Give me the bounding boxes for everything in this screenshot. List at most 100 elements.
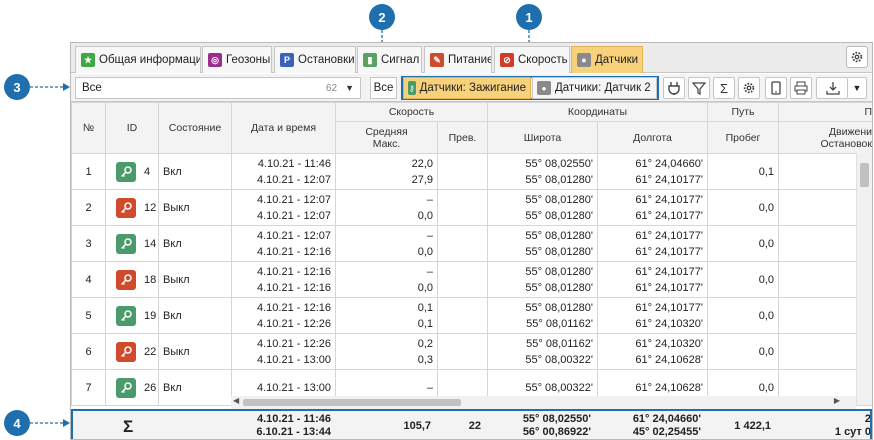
time-start: 4.10.21 - 12:16 — [256, 265, 331, 278]
show-all-button[interactable]: Все — [370, 77, 397, 99]
filter-select[interactable]: Все 62 ▼ — [75, 77, 361, 99]
chip-sensor-2[interactable]: ● Датчики: Датчик 2 — [532, 77, 657, 99]
chip-sensor-ignition[interactable]: ⚷ Датчики: Зажигание — [403, 77, 531, 99]
speed-max: 27,9 — [411, 173, 433, 186]
lon-start: 61° 24,10177' — [635, 229, 703, 242]
col-group-coords: Координаты — [487, 102, 708, 122]
filter-button[interactable] — [688, 77, 710, 99]
filter-value: Все — [82, 82, 102, 94]
cell-lat: 55° 08,01280' 55° 08,01280' — [487, 261, 598, 298]
col-group-speed: Скорость — [335, 102, 488, 122]
cell-lat: 55° 08,01162' 55° 08,00322' — [487, 333, 598, 370]
col-header-extra[interactable]: Движени Остановок — [778, 121, 872, 154]
totals-extra: 2 1 сут 0 — [791, 410, 871, 439]
key-icon — [120, 309, 132, 321]
scroll-thumb[interactable] — [243, 399, 461, 406]
cell-over — [437, 333, 488, 370]
chevron-down-icon: ▼ — [852, 83, 862, 93]
cell-datetime: 4.10.21 - 11:46 4.10.21 - 12:07 — [231, 153, 336, 190]
cell-datetime: 4.10.21 - 12:16 4.10.21 - 12:26 — [231, 297, 336, 334]
cell-speed: 0,1 0,1 — [335, 297, 438, 334]
table-row[interactable]: 5 19 Вкл 4.10.21 - 12:16 4.10.21 - 12:26 0,1 0… — [71, 297, 872, 334]
tab-label: Питание — [448, 54, 492, 66]
speed-avg: – — [426, 229, 433, 242]
speed-max: 0,0 — [417, 245, 433, 258]
tab-sensors[interactable]: ● Датчики — [571, 46, 643, 73]
cell-id: 18 — [105, 261, 159, 298]
totals-over: 22 — [468, 419, 481, 432]
bulb-icon: ● — [537, 81, 551, 95]
columns-settings-button[interactable] — [738, 77, 760, 99]
star-icon: ★ — [81, 53, 95, 67]
print-button[interactable] — [790, 77, 812, 99]
cell-over — [437, 261, 488, 298]
table-row[interactable]: 2 12 Выкл 4.10.21 - 12:07 4.10.21 - 12:07 – 0,… — [71, 189, 872, 226]
table-row[interactable]: 4 18 Выкл 4.10.21 - 12:16 4.10.21 - 12:16 – 0,… — [71, 261, 872, 298]
tab-power[interactable]: ✎ Питание — [424, 46, 492, 73]
ignition-key-badge — [116, 377, 136, 398]
gear-icon — [851, 51, 863, 63]
scroll-right-icon[interactable]: ▶ — [834, 396, 840, 405]
col-header-lat[interactable]: Широта — [487, 121, 598, 154]
time-end: 4.10.21 - 13:00 — [256, 353, 331, 366]
cell-speed: – 0,0 — [335, 261, 438, 298]
col-header-lon[interactable]: Долгота — [597, 121, 708, 154]
header-avg: Средняя — [365, 125, 408, 138]
col-header-speed-avg-max[interactable]: Средняя Макс. — [335, 121, 438, 154]
cell-state: Вкл — [158, 225, 232, 262]
vertical-scrollbar[interactable] — [856, 153, 872, 405]
cell-speed: – 0,0 — [335, 189, 438, 226]
settings-button[interactable] — [846, 46, 868, 68]
filter-icon — [692, 82, 706, 95]
signal-icon: ▮ — [363, 53, 377, 67]
cell-lon: 61° 24,10177' 61° 24,10320' — [597, 297, 708, 334]
col-header-num[interactable]: № — [71, 102, 106, 154]
id-value: 26 — [144, 381, 157, 394]
table-row[interactable]: 6 22 Выкл 4.10.21 - 12:26 4.10.21 - 13:00 0,2… — [71, 333, 872, 370]
tab-speed[interactable]: ⊘ Скорость — [494, 46, 570, 73]
totals-lat-2: 56° 00,86922' — [522, 426, 591, 438]
tab-bar: ★ Общая информация ◎ Геозоны P Остановки… — [71, 43, 872, 73]
totals-lat-1: 55° 08,02550' — [522, 413, 591, 425]
time-start: 4.10.21 - 12:07 — [256, 229, 331, 242]
tab-general-info[interactable]: ★ Общая информация — [75, 46, 201, 73]
tab-stops[interactable]: P Остановки — [274, 46, 356, 73]
lat-start: 55° 08,01280' — [525, 301, 593, 314]
lat-end: 55° 08,00322' — [525, 353, 593, 366]
col-header-id[interactable]: ID — [105, 102, 159, 154]
time-start: 4.10.21 - 11:46 — [257, 157, 331, 170]
lat-end: 55° 08,01280' — [525, 173, 593, 186]
col-group-extra: П — [778, 102, 872, 122]
cell-state: Выкл — [158, 333, 232, 370]
col-header-mileage[interactable]: Пробег — [707, 121, 779, 154]
cell-id: 19 — [105, 297, 159, 334]
tab-geofences[interactable]: ◎ Геозоны — [202, 46, 272, 73]
mobile-button[interactable] — [765, 77, 787, 99]
tab-signal[interactable]: ▮ Сигнал — [357, 46, 422, 73]
time-end: 4.10.21 - 12:07 — [256, 173, 331, 186]
sum-button[interactable]: Σ — [713, 77, 735, 99]
printer-icon — [794, 81, 808, 95]
scroll-thumb[interactable] — [860, 163, 869, 187]
col-header-datetime[interactable]: Дата и время — [231, 102, 336, 154]
lat-start: 55° 08,01280' — [525, 193, 593, 206]
scroll-left-icon[interactable]: ◀ — [233, 396, 239, 405]
speed-avg: – — [426, 265, 433, 278]
table-row[interactable]: 3 14 Вкл 4.10.21 - 12:07 4.10.21 - 12:16 – 0,0… — [71, 225, 872, 262]
horizontal-scrollbar[interactable]: ◀ ▶ — [231, 396, 856, 409]
ignition-key-badge — [116, 197, 136, 218]
cell-lon: 61° 24,04660' 61° 24,10177' — [597, 153, 708, 190]
plug-button[interactable] — [663, 77, 685, 99]
tab-label: Скорость — [518, 54, 568, 66]
col-header-state[interactable]: Состояние — [158, 102, 232, 154]
table-row[interactable]: 1 4 Вкл 4.10.21 - 11:46 4.10.21 - 12:07 22,0 2… — [71, 153, 872, 190]
col-group-path: Путь — [707, 102, 779, 122]
cell-speed: 22,0 27,9 — [335, 153, 438, 190]
chip-label: Датчики: Зажигание — [419, 82, 526, 94]
col-header-speed-over[interactable]: Прев. — [437, 121, 488, 154]
speed-max: 0,0 — [417, 281, 433, 294]
export-dropdown-button[interactable]: ▼ — [847, 77, 867, 99]
cell-lat: 55° 08,01280' 55° 08,01280' — [487, 189, 598, 226]
export-button[interactable] — [816, 77, 848, 99]
speed-max: 0,1 — [417, 317, 433, 330]
